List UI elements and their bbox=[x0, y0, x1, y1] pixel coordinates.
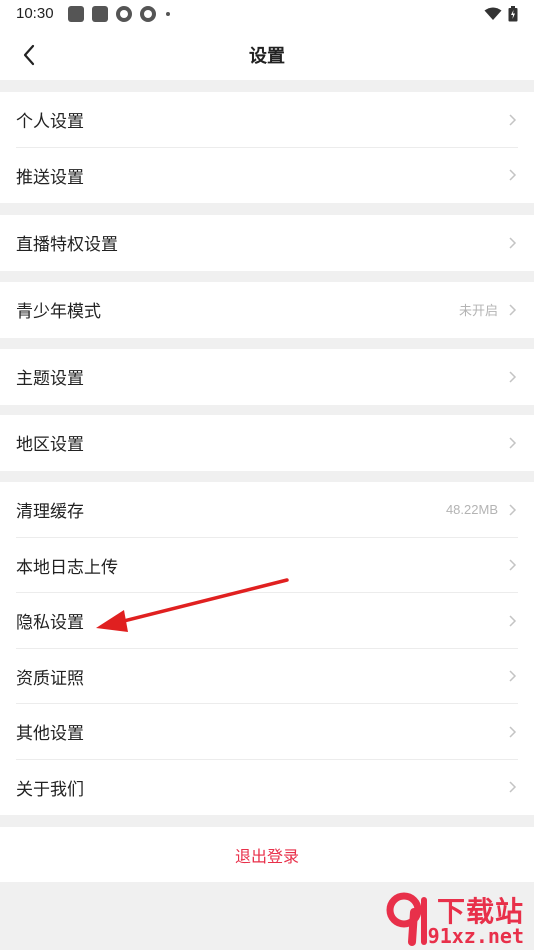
settings-row-clear-cache[interactable]: 清理缓存 48.22MB bbox=[0, 482, 534, 538]
chevron-right-icon bbox=[509, 237, 517, 249]
watermark: 下载站 91xz.net bbox=[380, 888, 530, 948]
chevron-right-icon bbox=[509, 726, 517, 738]
chevron-right-icon bbox=[509, 371, 517, 383]
chevron-right-icon bbox=[509, 559, 517, 571]
settings-row-theme[interactable]: 主题设置 bbox=[0, 349, 534, 405]
settings-row-label: 其他设置 bbox=[16, 724, 84, 745]
watermark-url: 91xz.net bbox=[427, 924, 524, 948]
settings-row-label: 资质证照 bbox=[16, 668, 84, 689]
settings-row-privacy[interactable]: 隐私设置 bbox=[0, 593, 534, 649]
chevron-right-icon bbox=[509, 670, 517, 682]
settings-row-label: 个人设置 bbox=[16, 112, 84, 133]
settings-row-log-upload[interactable]: 本地日志上传 bbox=[0, 538, 534, 593]
settings-row-value: 48.22MB bbox=[445, 502, 498, 518]
app-notification-icon bbox=[68, 6, 84, 22]
status-system-icons bbox=[484, 6, 518, 22]
app-notification-icon bbox=[116, 6, 132, 22]
settings-row-qualifications[interactable]: 资质证照 bbox=[0, 649, 534, 704]
settings-row-other[interactable]: 其他设置 bbox=[0, 704, 534, 760]
settings-row-youth-mode[interactable]: 青少年模式 未开启 bbox=[0, 282, 534, 338]
app-notification-icon bbox=[92, 6, 108, 22]
status-notification-icons bbox=[68, 6, 170, 22]
chevron-right-icon bbox=[509, 169, 517, 181]
settings-row-value: 未开启 bbox=[458, 303, 498, 319]
settings-row-label: 青少年模式 bbox=[16, 302, 101, 323]
settings-row-label: 隐私设置 bbox=[16, 613, 84, 634]
logout-button[interactable]: 退出登录 bbox=[0, 827, 534, 882]
settings-group: 清理缓存 48.22MB 本地日志上传 隐私设置 资质证照 其他设置 关于我们 bbox=[0, 482, 534, 815]
settings-row-personal[interactable]: 个人设置 bbox=[0, 92, 534, 148]
status-time: 10:30 bbox=[16, 5, 54, 22]
settings-group: 青少年模式 未开启 bbox=[0, 282, 534, 338]
page-title: 设置 bbox=[249, 46, 285, 67]
settings-row-label: 直播特权设置 bbox=[16, 235, 118, 256]
chevron-right-icon bbox=[509, 781, 517, 793]
chevron-right-icon bbox=[509, 304, 517, 316]
settings-row-push[interactable]: 推送设置 bbox=[0, 148, 534, 204]
wifi-icon bbox=[484, 7, 502, 20]
nav-header: 设置 bbox=[0, 28, 534, 80]
settings-group: 主题设置 bbox=[0, 349, 534, 405]
settings-row-label: 关于我们 bbox=[16, 779, 84, 800]
app-notification-icon bbox=[140, 6, 156, 22]
settings-row-label: 本地日志上传 bbox=[16, 557, 118, 578]
chevron-right-icon bbox=[509, 437, 517, 449]
logout-label: 退出登录 bbox=[234, 846, 299, 866]
settings-row-label: 地区设置 bbox=[16, 435, 84, 456]
settings-row-label: 推送设置 bbox=[16, 167, 84, 188]
settings-row-label: 清理缓存 bbox=[16, 502, 84, 523]
status-bar: 10:30 bbox=[0, 0, 534, 28]
settings-row-about[interactable]: 关于我们 bbox=[0, 760, 534, 816]
settings-row-label: 主题设置 bbox=[16, 369, 84, 390]
battery-icon bbox=[508, 6, 518, 22]
chevron-right-icon bbox=[509, 615, 517, 627]
settings-row-region[interactable]: 地区设置 bbox=[0, 415, 534, 471]
settings-group: 地区设置 bbox=[0, 415, 534, 471]
watermark-logo-icon bbox=[386, 892, 427, 946]
settings-group: 直播特权设置 bbox=[0, 215, 534, 271]
chevron-right-icon bbox=[509, 504, 517, 516]
settings-group: 个人设置 推送设置 bbox=[0, 92, 534, 203]
settings-row-live-privilege[interactable]: 直播特权设置 bbox=[0, 215, 534, 271]
chevron-right-icon bbox=[509, 114, 517, 126]
more-notifications-icon bbox=[166, 12, 170, 16]
